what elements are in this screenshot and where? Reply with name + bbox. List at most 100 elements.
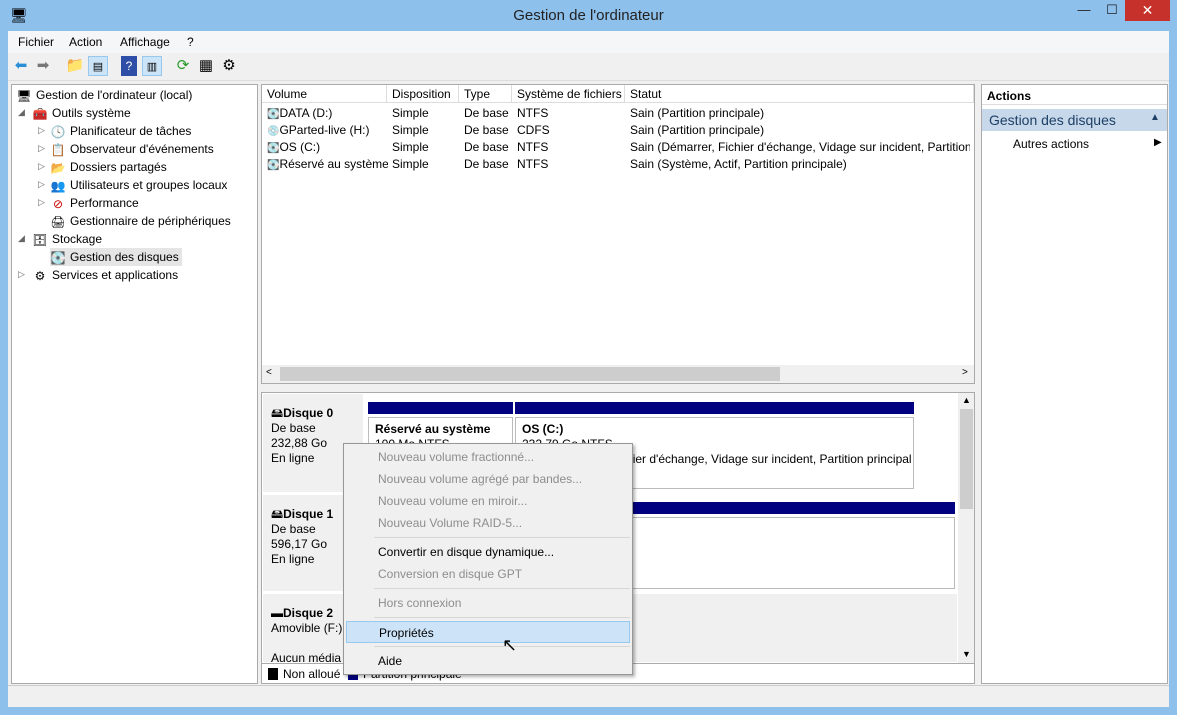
- expand-arrow-icon[interactable]: ▷: [38, 179, 45, 190]
- scroll-down-icon[interactable]: ▼: [962, 649, 971, 659]
- menu-item-convertir-dynamique[interactable]: Convertir en disque dynamique...: [346, 541, 630, 563]
- tree-item-gestion-disques[interactable]: 💽 Gestion des disques: [50, 248, 182, 266]
- expand-arrow-icon[interactable]: ◢: [18, 233, 25, 244]
- tree-item-dossiers[interactable]: 📂 Dossiers partagés: [50, 158, 167, 176]
- help-icon[interactable]: ?: [121, 56, 137, 76]
- table-cell: NTFS: [517, 106, 549, 120]
- scrollbar-thumb[interactable]: [960, 409, 973, 509]
- disk-state: En ligne: [271, 451, 315, 465]
- removable-disk-icon: ▬: [271, 606, 283, 620]
- actions-header: Actions: [982, 85, 1167, 105]
- forward-icon[interactable]: ➡: [33, 56, 53, 76]
- refresh-icon[interactable]: ⟳: [173, 56, 193, 76]
- vertical-scrollbar[interactable]: ▲ ▼: [958, 393, 974, 663]
- status-bar: [8, 685, 1169, 707]
- show-hide-action-pane-icon[interactable]: ▥: [142, 56, 162, 76]
- menu-separator: [374, 617, 630, 618]
- legend-swatch-unallocated: [268, 668, 278, 680]
- properties-icon[interactable]: ▦: [196, 56, 216, 76]
- table-cell: NTFS: [517, 157, 549, 171]
- menu-item-nouveau-volume-raid5: Nouveau Volume RAID-5...: [378, 516, 523, 530]
- table-cell: CDFS: [517, 123, 550, 137]
- tree-label: Stockage: [52, 232, 103, 246]
- table-cell: 💽OS (C:): [267, 138, 388, 156]
- disk-size: 232,88 Go: [271, 436, 328, 450]
- users-icon: 👥: [50, 178, 66, 193]
- clock-icon: 🕓: [50, 124, 66, 139]
- performance-icon: ⊘: [52, 196, 64, 211]
- actions-section-gestion-disques[interactable]: Gestion des disques ▲: [982, 109, 1167, 131]
- menu-affichage[interactable]: Affichage: [120, 35, 170, 49]
- shared-folder-icon: 📂: [50, 160, 66, 175]
- disk-name: Disque 0: [283, 406, 334, 420]
- table-cell: 💽Réservé au système: [267, 155, 388, 173]
- action-label: Autres actions: [1013, 137, 1090, 151]
- tree-item-observateur[interactable]: 📋 Observateur d'événements: [50, 140, 214, 158]
- table-cell: 💽DATA (D:): [267, 104, 388, 122]
- up-folder-icon[interactable]: 📁: [65, 56, 85, 76]
- collapse-icon[interactable]: ▲: [1150, 112, 1160, 123]
- table-cell: De base: [464, 140, 509, 154]
- back-icon[interactable]: ⬅: [11, 56, 31, 76]
- menu-help[interactable]: ?: [187, 35, 194, 49]
- expand-arrow-icon[interactable]: ▷: [38, 197, 45, 208]
- minimize-button[interactable]: —: [1070, 2, 1098, 20]
- expand-arrow-icon[interactable]: ▷: [38, 143, 45, 154]
- tree-item-peripheriques[interactable]: 🖨 Gestionnaire de périphériques: [50, 212, 231, 230]
- tree-root[interactable]: 🖥 Gestion de l'ordinateur (local): [16, 86, 192, 104]
- table-cell: Sain (Partition principale): [630, 123, 765, 137]
- table-cell: Sain (Démarrer, Fichier d'échange, Vidag…: [630, 140, 970, 154]
- title-bar: 🖥 Gestion de l'ordinateur — ☐ ✕: [0, 0, 1177, 31]
- tree-item-outils[interactable]: 🧰 Outils système: [32, 104, 131, 122]
- disk-name: Disque 1: [283, 507, 334, 521]
- partition-bar: [515, 402, 914, 414]
- settings-icon[interactable]: ⚙: [219, 56, 239, 76]
- horizontal-scrollbar[interactable]: < >: [262, 365, 974, 383]
- menu-separator: [374, 588, 630, 589]
- maximize-button[interactable]: ☐: [1098, 2, 1126, 20]
- window-title: Gestion de l'ordinateur: [513, 7, 664, 24]
- expand-arrow-icon[interactable]: ◢: [18, 107, 25, 118]
- scroll-up-icon[interactable]: ▲: [962, 395, 971, 405]
- toolbar: ⬅ ➡ 📁 ▤ ? ▥ ⟳ ▦ ⚙: [8, 53, 1169, 81]
- column-header-type[interactable]: Type: [459, 85, 512, 103]
- navigation-tree: 🖥 Gestion de l'ordinateur (local) ◢ 🧰 Outi…: [11, 84, 258, 684]
- tree-label: Services et applications: [52, 268, 179, 282]
- volume-icon: 💽: [267, 143, 280, 154]
- column-header-disposition[interactable]: Disposition: [387, 85, 459, 103]
- menu-fichier[interactable]: Fichier: [18, 35, 54, 49]
- menu-item-hors-connexion: Hors connexion: [378, 596, 462, 610]
- section-label: Gestion des disques: [989, 112, 1116, 128]
- disk-name: Disque 2: [283, 606, 334, 620]
- column-header-filesystem[interactable]: Système de fichiers: [512, 85, 625, 103]
- column-header-volume[interactable]: Volume: [262, 85, 387, 103]
- tree-label: Gestionnaire de périphériques: [70, 214, 231, 228]
- menu-item-aide[interactable]: Aide: [346, 650, 630, 672]
- context-menu: Nouveau volume fractionné... Nouveau vol…: [343, 443, 633, 675]
- scroll-left-icon[interactable]: <: [266, 367, 272, 378]
- scrollbar-thumb[interactable]: [280, 367, 780, 381]
- menu-item-proprietes[interactable]: Propriétés: [346, 621, 630, 643]
- column-header-status[interactable]: Statut: [625, 85, 974, 103]
- action-autres-actions[interactable]: Autres actions ▶: [982, 135, 1167, 153]
- scroll-right-icon[interactable]: >: [962, 367, 968, 378]
- tree-item-utilisateurs[interactable]: 👥 Utilisateurs et groupes locaux: [50, 176, 228, 194]
- services-icon: ⚙: [34, 268, 46, 283]
- menu-bar: Fichier Action Affichage ?: [8, 31, 1169, 53]
- tree-label: Utilisateurs et groupes locaux: [70, 178, 228, 192]
- tree-label: Performance: [70, 196, 139, 210]
- menu-action[interactable]: Action: [69, 35, 102, 49]
- show-hide-tree-icon[interactable]: ▤: [88, 56, 108, 76]
- expand-arrow-icon[interactable]: ▷: [38, 161, 45, 172]
- tree-item-planificateur[interactable]: 🕓 Planificateur de tâches: [50, 122, 192, 140]
- close-button[interactable]: ✕: [1125, 0, 1170, 21]
- expand-arrow-icon[interactable]: ▷: [38, 125, 45, 136]
- tools-icon: 🧰: [32, 106, 48, 121]
- tree-item-services[interactable]: ⚙ Services et applications: [32, 266, 178, 284]
- partition-name: Réservé au système: [375, 422, 491, 436]
- tree-item-stockage[interactable]: 🗄 Stockage: [32, 230, 102, 248]
- table-cell: Simple: [392, 106, 429, 120]
- partition-bar: [368, 402, 513, 414]
- expand-arrow-icon[interactable]: ▷: [18, 269, 25, 280]
- tree-item-performance[interactable]: ⊘ Performance: [50, 194, 139, 212]
